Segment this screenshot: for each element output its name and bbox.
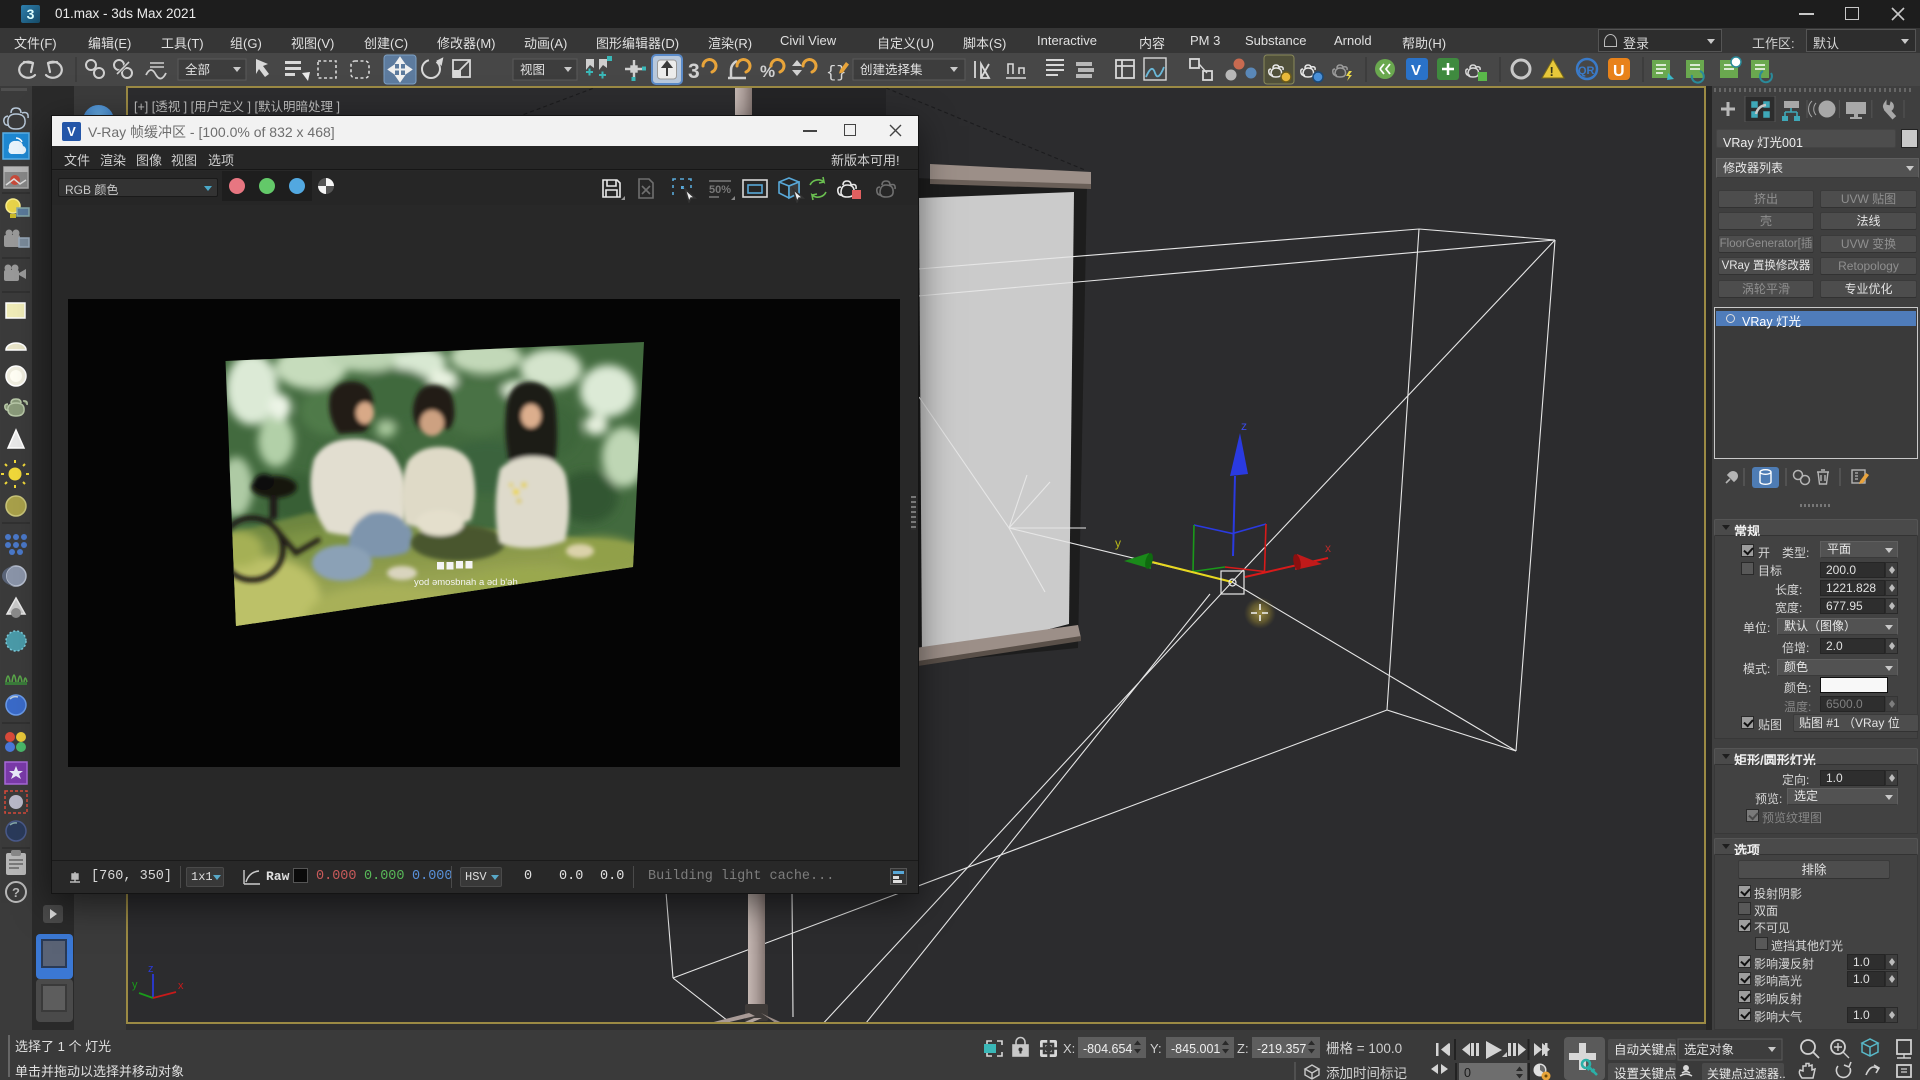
svg-text:自动关键点: 自动关键点: [1614, 1043, 1677, 1057]
svg-text:?: ?: [12, 885, 20, 900]
svg-text:X:: X:: [1063, 1041, 1075, 1056]
svg-text:%: %: [760, 62, 775, 81]
svg-text:y: y: [1115, 536, 1121, 550]
svg-text:选定对象: 选定对象: [1684, 1042, 1734, 1057]
svg-text:视图: 视图: [520, 62, 545, 77]
svg-text:3: 3: [688, 60, 700, 83]
svg-text:x: x: [178, 980, 184, 992]
svg-text:关键点过滤器..: 关键点过滤器..: [1707, 1067, 1786, 1080]
svg-text:添加时间标记: 添加时间标记: [1326, 1066, 1407, 1080]
svg-text:Y:: Y:: [1150, 1041, 1162, 1056]
svg-text:0: 0: [1464, 1066, 1471, 1080]
svg-text:yod əmosbnah a əd b'əh: yod əmosbnah a əd b'əh: [414, 577, 518, 588]
svg-text:-219.357: -219.357: [1257, 1042, 1306, 1056]
svg-text:全部: 全部: [185, 62, 210, 77]
svg-text:z: z: [148, 963, 154, 975]
svg-text:y: y: [132, 979, 138, 991]
svg-text:QR: QR: [1578, 65, 1595, 77]
svg-text:Z:: Z:: [1237, 1041, 1249, 1056]
svg-text:z: z: [1241, 419, 1247, 433]
svg-text:设置关键点: 设置关键点: [1614, 1066, 1677, 1080]
svg-text:V: V: [1411, 62, 1421, 79]
svg-text:-804.654: -804.654: [1083, 1042, 1132, 1056]
svg-text:创建选择集: 创建选择集: [860, 62, 923, 77]
svg-text:U: U: [1613, 63, 1625, 80]
svg-text:x: x: [1325, 541, 1331, 555]
svg-text:栅格 = 100.0: 栅格 = 100.0: [1326, 1041, 1402, 1056]
svg-text:!: !: [1550, 64, 1554, 79]
svg-text:50%: 50%: [709, 184, 731, 196]
svg-text:-845.001: -845.001: [1171, 1042, 1220, 1056]
